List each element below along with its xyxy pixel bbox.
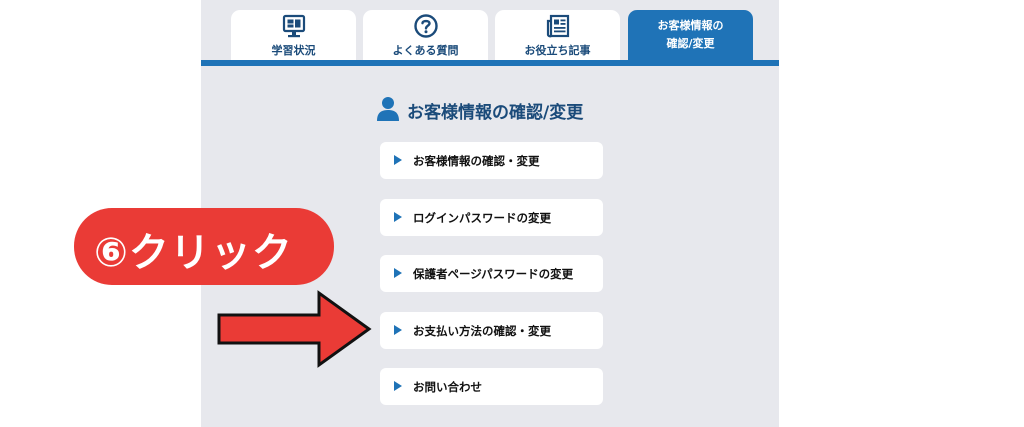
step-callout-badge: ⑥クリック bbox=[74, 208, 334, 285]
menu-item-payment-method[interactable]: お支払い方法の確認・変更 bbox=[380, 312, 603, 349]
tab-label: 学習状況 bbox=[271, 44, 316, 57]
section-heading: お客様情報の確認/変更 bbox=[376, 96, 636, 124]
triangle-right-icon bbox=[394, 155, 402, 165]
menu-item-guardian-password[interactable]: 保護者ページパスワードの変更 bbox=[380, 255, 603, 292]
step-callout-text: ⑥クリック bbox=[94, 230, 293, 276]
newspaper-icon bbox=[546, 14, 569, 38]
triangle-right-icon bbox=[394, 212, 402, 222]
menu-item-label: お客様情報の確認・変更 bbox=[413, 154, 540, 168]
page-title: お客様情報の確認/変更 bbox=[407, 103, 584, 123]
menu-item-label: お支払い方法の確認・変更 bbox=[413, 324, 551, 338]
tab-label: お役立ち記事 bbox=[524, 44, 591, 57]
triangle-right-icon bbox=[394, 381, 402, 391]
question-icon bbox=[413, 14, 438, 38]
tab-label-line1: お客様情報の bbox=[657, 19, 724, 32]
tab-label-line2: 確認/変更 bbox=[666, 37, 715, 50]
person-icon bbox=[377, 97, 399, 121]
menu-item-label: 保護者ページパスワードの変更 bbox=[413, 267, 574, 281]
menu-item-label: ログインパスワードの変更 bbox=[413, 211, 551, 225]
tab-faq[interactable]: よくある質問 bbox=[363, 10, 488, 62]
tab-label: よくある質問 bbox=[392, 44, 459, 57]
tab-label: お客様情報の 確認/変更 bbox=[628, 17, 753, 53]
menu-item-contact[interactable]: お問い合わせ bbox=[380, 368, 603, 405]
triangle-right-icon bbox=[394, 268, 402, 278]
menu-item-customer-info[interactable]: お客様情報の確認・変更 bbox=[380, 142, 603, 179]
monitor-icon bbox=[282, 14, 305, 38]
menu-item-login-password[interactable]: ログインパスワードの変更 bbox=[380, 199, 603, 236]
menu-item-label: お問い合わせ bbox=[413, 380, 482, 394]
tab-customer-info[interactable]: お客様情報の 確認/変更 bbox=[628, 10, 753, 66]
triangle-right-icon bbox=[394, 325, 402, 335]
right-arrow-icon bbox=[217, 290, 372, 368]
tab-useful-articles[interactable]: お役立ち記事 bbox=[495, 10, 620, 62]
tab-learning-status[interactable]: 学習状況 bbox=[231, 10, 356, 62]
tab-underline bbox=[201, 60, 779, 66]
